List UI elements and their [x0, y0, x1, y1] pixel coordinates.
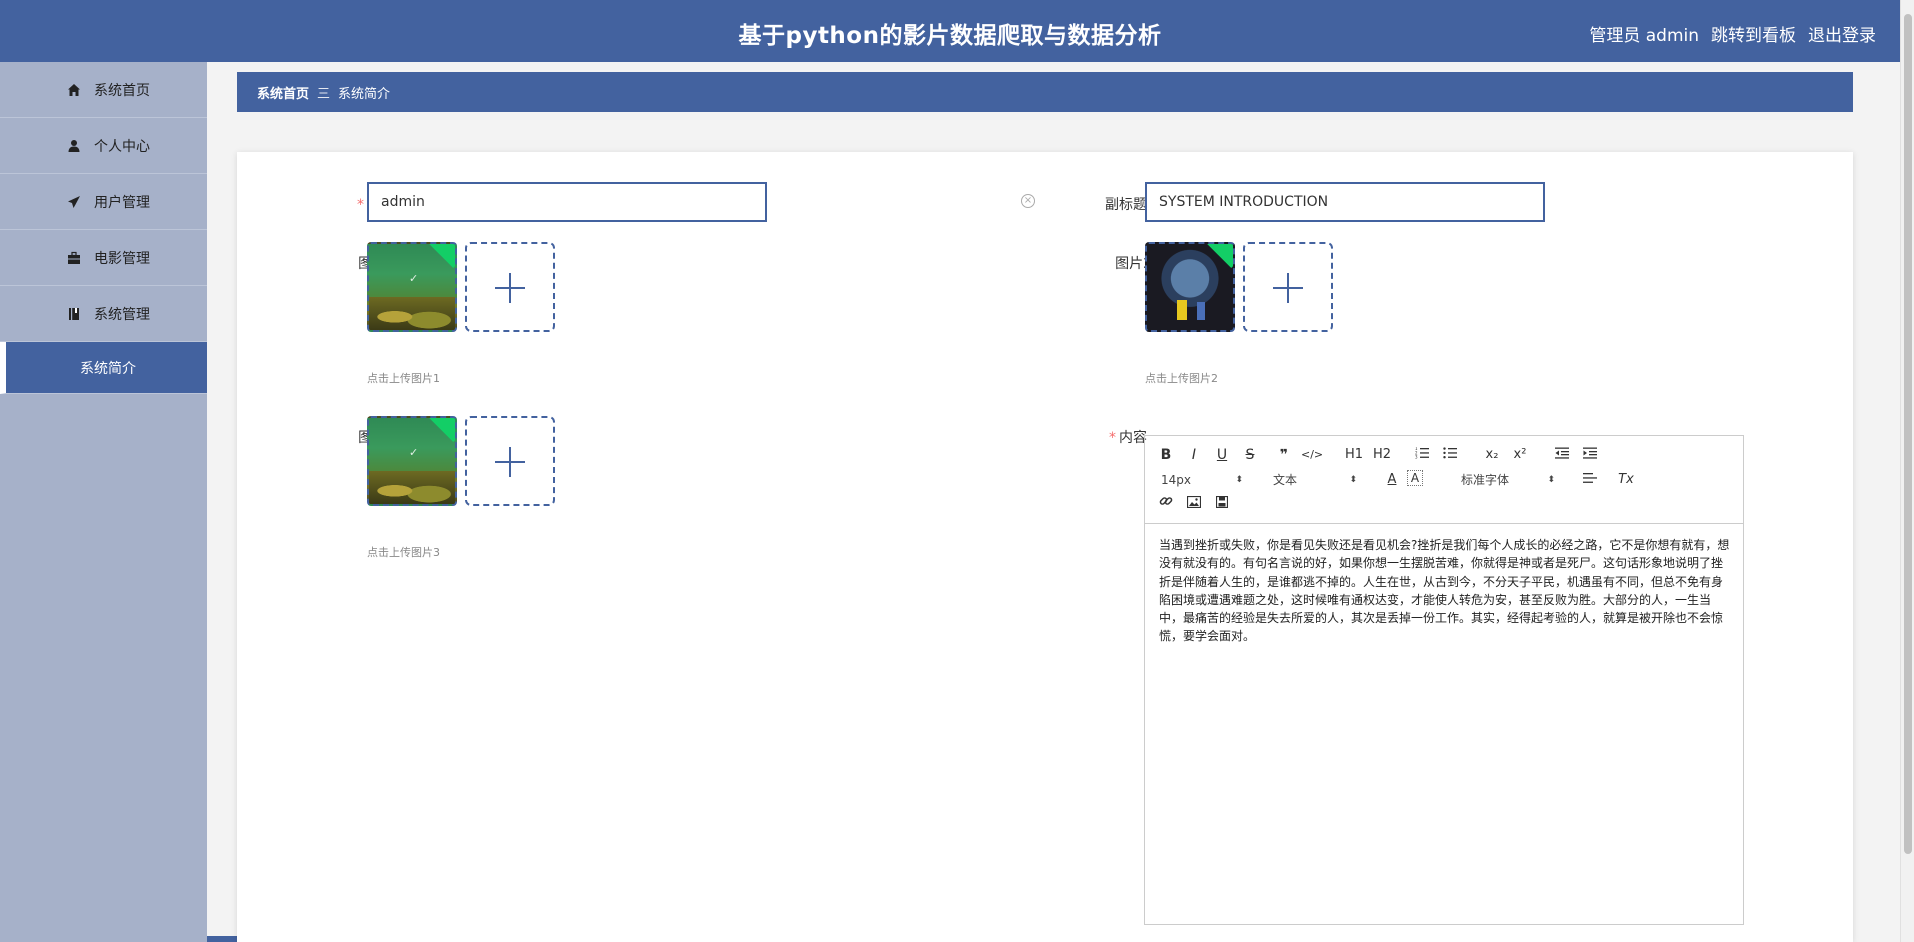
image1-hint: 点击上传图片1: [367, 372, 440, 385]
align-icon[interactable]: [1579, 470, 1601, 490]
bullet-list-icon[interactable]: [1439, 445, 1461, 465]
code-block-button[interactable]: </>: [1301, 445, 1323, 465]
dashboard-link[interactable]: 跳转到看板: [1711, 21, 1796, 46]
image2-label: 图片2: [1115, 256, 1152, 272]
bold-button[interactable]: B: [1155, 445, 1177, 465]
breadcrumb-home[interactable]: 系统首页: [257, 83, 309, 102]
sidebar-bottom-mark: [207, 936, 237, 942]
image2-upload-button[interactable]: [1243, 242, 1333, 332]
top-header: 基于python的影片数据爬取与数据分析 管理员 admin 跳转到看板 退出登…: [0, 0, 1900, 62]
sidebar-item-home[interactable]: 系统首页: [0, 62, 207, 118]
success-corner: [424, 244, 455, 269]
select-arrow-icon: ⬍: [1547, 475, 1555, 485]
h1-button[interactable]: H1: [1343, 445, 1365, 465]
breadcrumb: 系统首页 三 系统简介: [237, 72, 1853, 112]
select-arrow-icon: ⬍: [1235, 475, 1243, 485]
outdent-icon[interactable]: [1551, 445, 1573, 465]
sidebar-item-label: 个人中心: [94, 138, 150, 155]
sidebar-item-profile[interactable]: 个人中心: [0, 118, 207, 174]
indent-icon[interactable]: [1579, 445, 1601, 465]
image3-hint: 点击上传图片3: [367, 546, 440, 559]
font-family-select[interactable]: 标准字体 ⬍: [1461, 470, 1555, 490]
heading-select[interactable]: 文本 ⬍: [1273, 470, 1357, 490]
rich-text-editor[interactable]: B I U S ❞ </> H1 H2 123 x₂ x² 14px ⬍ 文本 …: [1144, 435, 1744, 925]
subscript-button[interactable]: x₂: [1481, 445, 1503, 465]
strike-button[interactable]: S: [1239, 445, 1261, 465]
subtitle-input[interactable]: SYSTEM INTRODUCTION: [1145, 182, 1545, 222]
scrollbar-thumb[interactable]: [1904, 14, 1912, 854]
paper-plane-icon: [66, 194, 82, 210]
success-corner: [424, 418, 455, 443]
italic-button[interactable]: I: [1183, 445, 1205, 465]
check-icon: ✓: [409, 272, 419, 285]
form-card: *标题 admin × 副标题 SYSTEM INTRODUCTION 图片1 …: [237, 152, 1853, 942]
underline-button[interactable]: U: [1211, 445, 1233, 465]
editor-toolbar: B I U S ❞ </> H1 H2 123 x₂ x² 14px ⬍ 文本 …: [1145, 436, 1743, 524]
check-icon: ✓: [409, 446, 419, 459]
home-icon: [66, 82, 82, 98]
image2-thumbnail[interactable]: [1145, 242, 1235, 332]
sidebar-item-label: 电影管理: [94, 250, 150, 267]
thumbnail-figure: [1177, 300, 1187, 320]
image3-thumbnail[interactable]: ✓: [367, 416, 457, 506]
vertical-scrollbar[interactable]: [1900, 0, 1914, 942]
sidebar-item-users[interactable]: 用户管理: [0, 174, 207, 230]
font-size-select[interactable]: 14px ⬍: [1161, 470, 1243, 490]
video-icon[interactable]: [1211, 494, 1233, 514]
logout-link[interactable]: 退出登录: [1808, 21, 1876, 46]
admin-user-label: 管理员 admin: [1589, 26, 1699, 46]
sidebar-item-label: 系统管理: [94, 306, 150, 323]
superscript-button[interactable]: x²: [1509, 445, 1531, 465]
user-icon: [66, 138, 82, 154]
sidebar-item-label: 用户管理: [94, 194, 150, 211]
title-input[interactable]: admin: [367, 182, 767, 222]
image1-thumbnail[interactable]: ✓: [367, 242, 457, 332]
breadcrumb-separator: 三: [317, 86, 331, 102]
subtitle-label: 副标题: [1105, 197, 1147, 213]
editor-content[interactable]: 当遇到挫折或失败，你是看见失败还是看见机会?挫折是我们每个人成长的必经之路，它不…: [1159, 536, 1733, 646]
book-icon: [66, 306, 82, 322]
sidebar-item-system[interactable]: 系统管理: [0, 286, 207, 342]
sidebar-item-movies[interactable]: 电影管理: [0, 230, 207, 286]
sidebar-item-label: 系统首页: [94, 82, 150, 99]
ordered-list-icon[interactable]: 123: [1411, 445, 1433, 465]
image3-upload-button[interactable]: [465, 416, 555, 506]
breadcrumb-current: 系统简介: [338, 86, 391, 102]
thumbnail-image: [369, 471, 455, 504]
image2-hint: 点击上传图片2: [1145, 372, 1218, 385]
clear-format-button[interactable]: Tx: [1615, 470, 1637, 490]
sidebar-item-intro[interactable]: 系统简介: [0, 342, 207, 394]
font-color-icon[interactable]: A: [1381, 470, 1403, 490]
image-icon[interactable]: [1183, 494, 1205, 514]
link-icon[interactable]: [1155, 494, 1177, 514]
content-label: * 内容: [1109, 430, 1147, 446]
thumbnail-image: [369, 297, 455, 330]
sidebar-item-label: 系统简介: [80, 360, 136, 377]
svg-text:3: 3: [1415, 455, 1418, 459]
success-corner: [1202, 244, 1233, 269]
clear-icon[interactable]: ×: [1021, 194, 1035, 208]
select-arrow-icon: ⬍: [1349, 475, 1357, 485]
blockquote-button[interactable]: ❞: [1273, 445, 1295, 465]
required-mark: *: [357, 197, 364, 213]
briefcase-icon: [66, 250, 82, 266]
header-links: 管理员 admin 跳转到看板 退出登录: [1589, 21, 1876, 46]
background-color-icon[interactable]: A: [1407, 470, 1423, 486]
image1-upload-button[interactable]: [465, 242, 555, 332]
h2-button[interactable]: H2: [1371, 445, 1393, 465]
thumbnail-figure: [1197, 302, 1205, 320]
sidebar: 系统首页 个人中心 用户管理 电影管理 系统管理 系统简介: [0, 62, 207, 942]
